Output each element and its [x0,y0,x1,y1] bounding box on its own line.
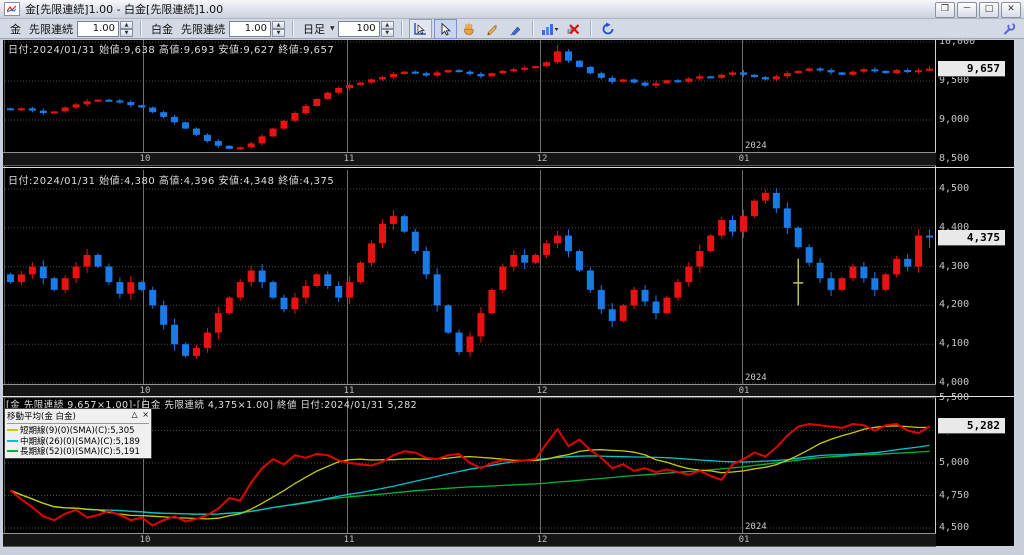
select-arrow-icon[interactable] [434,19,457,39]
legend-line-swatch [7,450,18,452]
x-axis-label: 01 [734,386,754,396]
current-price-label: 9,657 [938,61,1005,76]
spin-down-icon[interactable]: ▼ [272,29,285,37]
symbol2-label: 白金 [151,21,173,37]
spin-up-icon[interactable]: ▲ [381,21,394,29]
minimize-button[interactable]: － [957,2,977,18]
toolbar-separator [532,21,534,36]
contract1-multiplier-value[interactable]: 1.00 [77,21,119,37]
contract2-multiplier-value[interactable]: 1.00 [229,21,271,37]
refresh-icon[interactable] [598,20,619,38]
contract1-multiplier-spinner[interactable]: 1.00 ▲▼ [77,21,133,37]
popout-window-button[interactable]: ❐ [935,2,955,18]
settings-wrench-icon[interactable] [1002,21,1016,40]
year-label: 2024 [745,522,767,532]
x-axis-label: 10 [135,386,155,396]
gold-candlestick-plot[interactable] [5,40,935,152]
pen-annotate-icon[interactable] [505,20,526,38]
spin-down-icon[interactable]: ▼ [381,29,394,37]
period-select[interactable]: 日足 [303,21,325,37]
chevron-down-icon[interactable]: ▼ [330,25,335,32]
title-bar: 金[先限連続]1.00 - 白金[先限連続]1.00 ❐ － □ ✕ [0,0,1024,19]
y-axis-label: 4,500 [939,183,969,194]
chart-cursor-icon[interactable] [409,19,432,39]
platinum-info-line: 日付:2024/01/31 始値:4,380 高値:4,396 安値:4,348… [8,172,334,187]
y-axis-label: 4,500 [939,522,969,533]
y-axis-label: 9,500 [939,75,969,86]
close-button[interactable]: ✕ [1001,2,1021,18]
y-axis-label: 4,100 [939,338,969,349]
toolbar-separator [140,21,142,36]
current-price-label: 4,375 [938,230,1005,245]
legend-line-swatch [7,429,18,431]
x-axis-label: 11 [339,386,359,396]
toolbar: 金 先限連続 1.00 ▲▼ 白金 先限連続 1.00 ▲▼ 日足 ▼ 100 … [0,19,1024,39]
contract1-label: 先限連続 [29,21,73,37]
panel-separator [3,167,1014,168]
toolbar-separator [292,21,294,36]
contract2-label: 先限連続 [181,21,225,37]
y-axis-label: 4,200 [939,299,969,310]
legend-item-label: 長期線(52)(0)(SMA)(C):5,191 [20,445,140,457]
x-axis-label: 01 [734,154,754,164]
x-axis-label: 10 [135,154,155,164]
x-axis-label: 11 [339,154,359,164]
y-axis-label: 9,000 [939,114,969,125]
x-axis-label: 10 [135,535,155,545]
y-axis-label: 4,300 [939,261,969,272]
x-axis-label: 12 [532,535,552,545]
trading-app-window: { "window": { "title": "金[先限連続]1.00 - 白金… [0,0,1024,555]
y-axis-label: 5,500 [939,392,969,403]
bar-count-spinner[interactable]: 100 ▲▼ [338,21,394,37]
year-label: 2024 [745,141,767,151]
y-axis-label: 4,750 [939,490,969,501]
year-label: 2024 [745,373,767,383]
current-price-label: 5,282 [938,418,1005,433]
legend-collapse-icon[interactable]: △ [131,410,137,419]
moving-average-legend: 移動平均(金 白金) △ × 短期線(9)(0)(SMA)(C):5,305中期… [4,408,152,459]
chart-app-icon [4,2,20,16]
maximize-button[interactable]: □ [979,2,999,18]
symbol1-label: 金 [10,21,21,37]
chart-type-icon[interactable] [540,20,561,38]
y-axis-label: 8,500 [939,153,969,164]
y-axis-label: 4,000 [939,377,969,388]
window-title: 金[先限連続]1.00 - 白金[先限連続]1.00 [25,1,223,17]
toolbar-separator [401,21,403,36]
legend-rows: 短期線(9)(0)(SMA)(C):5,305中期線(26)(0)(SMA)(C… [7,425,149,457]
spin-up-icon[interactable]: ▲ [120,21,133,29]
bar-count-value[interactable]: 100 [338,21,380,37]
platinum-candlestick-plot[interactable] [5,170,935,384]
legend-line-swatch [7,440,18,442]
legend-item: 長期線(52)(0)(SMA)(C):5,191 [7,446,149,457]
delete-chart-icon[interactable] [563,20,584,38]
toolbar-separator [590,21,592,36]
legend-title: 移動平均(金 白金) [7,410,76,422]
y-axis-label: 5,000 [939,457,969,468]
gold-info-line: 日付:2024/01/31 始値:9,638 高値:9,693 安値:9,627… [8,41,334,56]
y-axis-label: 10,000 [939,36,975,47]
hand-pan-icon[interactable] [459,20,480,38]
spin-down-icon[interactable]: ▼ [120,29,133,37]
legend-close-icon[interactable]: × [142,410,149,419]
y-axis-column-border [935,40,936,546]
spin-up-icon[interactable]: ▲ [272,21,285,29]
x-axis-label: 12 [532,386,552,396]
pencil-draw-icon[interactable] [482,20,503,38]
x-axis-label: 01 [734,535,754,545]
x-axis-label: 11 [339,535,359,545]
x-axis-label: 12 [532,154,552,164]
contract2-multiplier-spinner[interactable]: 1.00 ▲▼ [229,21,285,37]
